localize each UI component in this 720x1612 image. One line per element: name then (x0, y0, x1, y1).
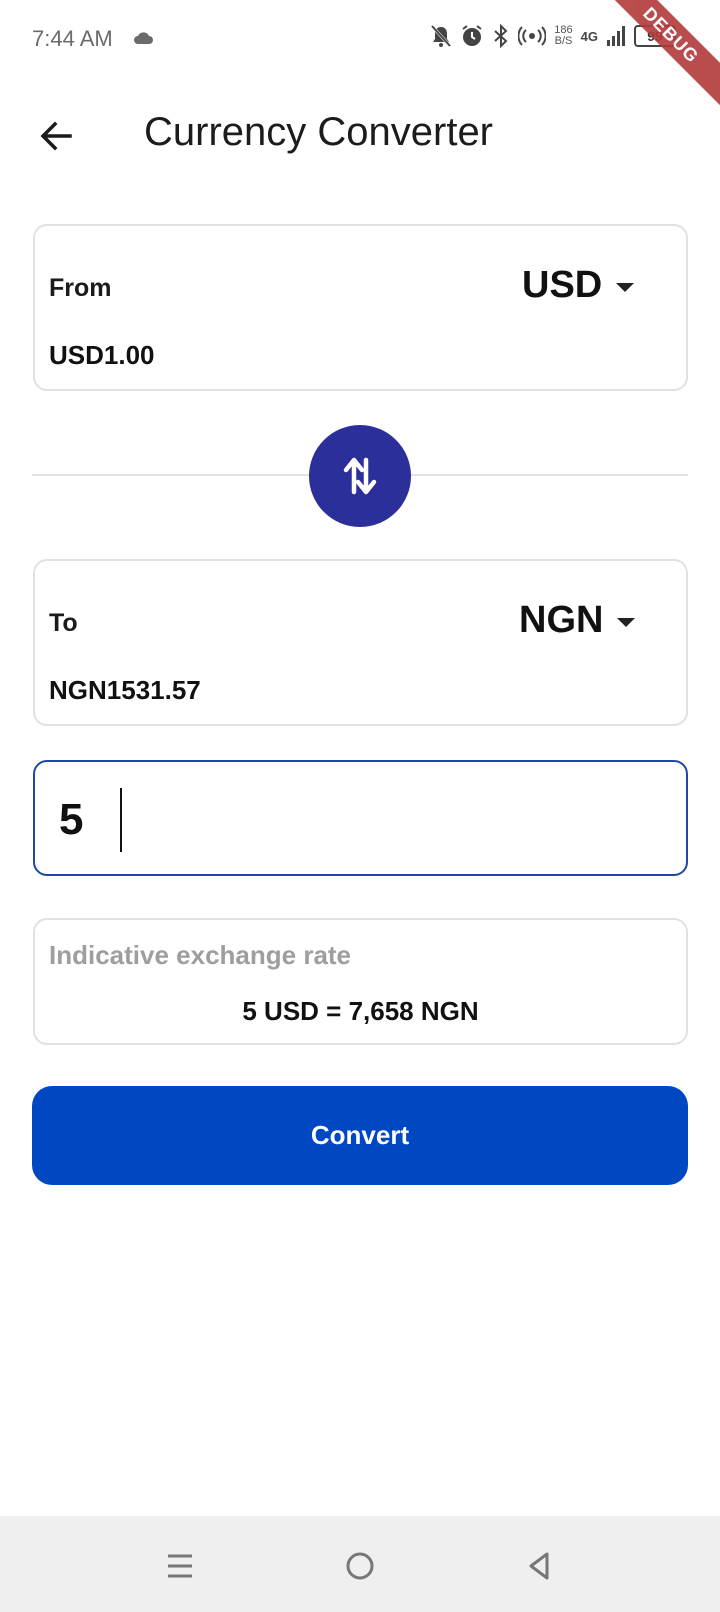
app-bar: Currency Converter (0, 80, 720, 190)
status-time: 7:44 AM (32, 26, 113, 51)
bluetooth-icon (494, 24, 508, 48)
back-triangle-icon (529, 1552, 549, 1580)
swap-button[interactable] (309, 425, 411, 527)
from-currency-dropdown[interactable]: USD (522, 264, 635, 307)
cloud-icon (134, 32, 153, 44)
swap-vertical-icon (343, 457, 377, 495)
hotspot-icon (518, 26, 547, 46)
exchange-rate-card: Indicative exchange rate 5 USD = 7,658 N… (33, 918, 688, 1045)
from-label: From (49, 274, 112, 302)
convert-button[interactable]: Convert (32, 1086, 688, 1185)
amount-field[interactable] (33, 760, 688, 876)
amount-input[interactable] (59, 790, 659, 850)
text-cursor (120, 788, 122, 852)
alarm-icon (462, 25, 482, 46)
navigation-bar (0, 1516, 720, 1612)
network-speed: 186 B/S (554, 25, 572, 47)
arrow-left-icon (40, 121, 72, 151)
to-label: To (49, 609, 78, 637)
status-bar: 7:44 AM 186 B/S 4G DEBUG (0, 0, 720, 113)
back-button[interactable] (24, 104, 88, 168)
home-circle-icon (346, 1552, 374, 1580)
network-type: 4G (580, 28, 598, 44)
chevron-down-icon (617, 618, 636, 627)
to-value: NGN1531.57 (49, 675, 201, 705)
status-icons: 186 B/S 4G 99 (430, 24, 676, 48)
exchange-rate-label: Indicative exchange rate (49, 940, 352, 970)
page-title: Currency Converter (144, 110, 494, 154)
bell-off-icon (431, 24, 452, 48)
exchange-rate-value: 5 USD = 7,658 NGN (242, 996, 479, 1026)
home-button[interactable] (336, 1542, 384, 1590)
signal-icon (607, 26, 625, 46)
chevron-down-icon (616, 283, 635, 292)
system-back-button[interactable] (515, 1542, 563, 1590)
from-card: From USD USD1.00 (33, 224, 688, 391)
menu-icon (168, 1554, 192, 1578)
net-speed-unit: B/S (554, 35, 573, 47)
from-value: USD1.00 (49, 340, 155, 370)
recents-button[interactable] (156, 1542, 204, 1590)
from-currency-code: USD (522, 264, 603, 306)
to-currency-code: NGN (519, 599, 604, 641)
to-currency-dropdown[interactable]: NGN (519, 599, 636, 642)
to-card: To NGN NGN1531.57 (33, 559, 688, 726)
